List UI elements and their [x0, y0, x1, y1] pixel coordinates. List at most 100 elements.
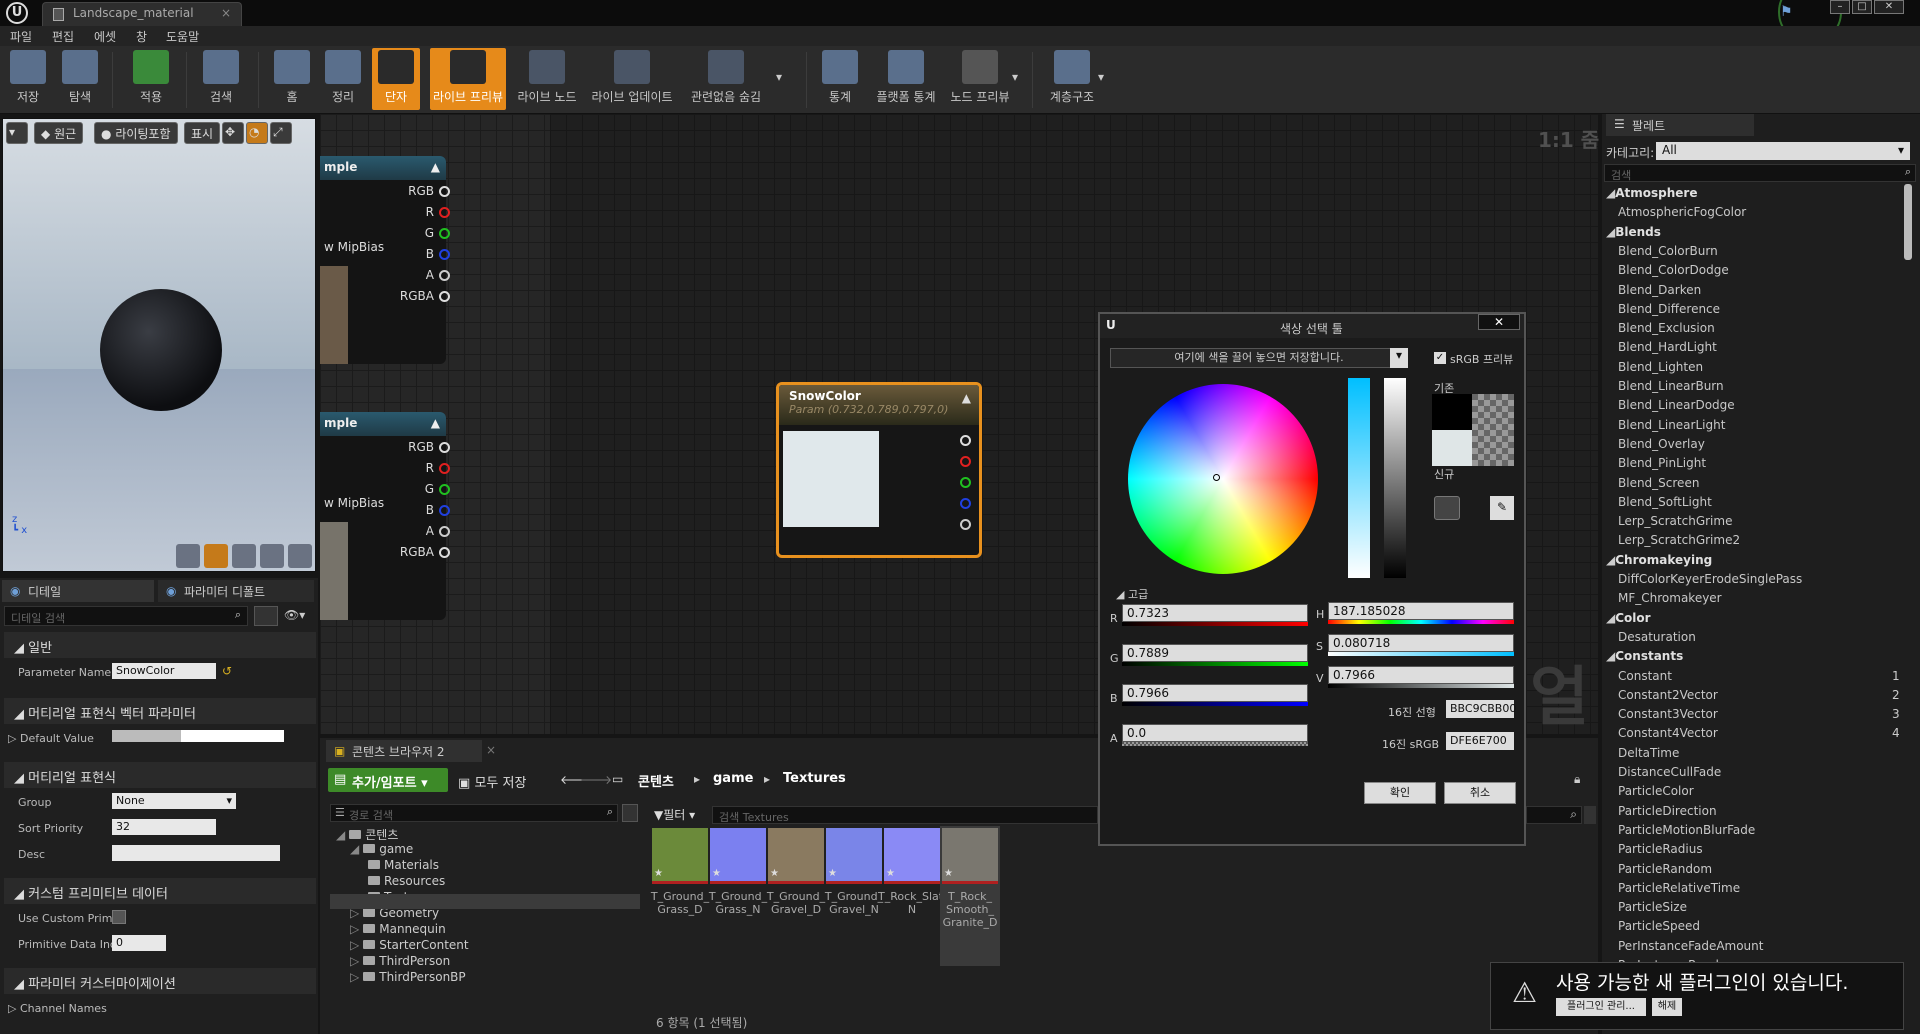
hierarchy-dropdown-icon[interactable]: ▾ — [1098, 70, 1104, 84]
breadcrumb-content[interactable]: 콘텐츠 — [638, 771, 674, 790]
collapse-icon[interactable]: ▲ — [962, 391, 971, 405]
group-dropdown[interactable]: None ▾ — [112, 793, 236, 809]
chevron-down-icon[interactable]: ▾ — [1390, 348, 1408, 368]
platform-stats-button[interactable]: 플랫폼 통계 — [870, 48, 942, 110]
section-expression[interactable]: ◢ 머티리얼 표현식 — [4, 762, 316, 788]
stats-button[interactable]: 통계 — [818, 48, 862, 110]
favorite-star-icon[interactable]: ★ — [828, 868, 837, 879]
srgb-preview-checkbox[interactable]: ✓ — [1434, 352, 1446, 364]
palette-item[interactable]: Lerp_ScratchGrime — [1618, 514, 1732, 528]
palette-item[interactable]: ParticleDirection — [1618, 804, 1717, 818]
expand-arrow-icon[interactable]: ◢ — [336, 828, 345, 842]
save-search-icon[interactable] — [1584, 806, 1596, 824]
connectors-button[interactable]: 단자 — [372, 48, 420, 110]
palette-item[interactable]: Constant — [1618, 669, 1672, 683]
palette-item[interactable]: Desaturation — [1618, 630, 1696, 644]
a-field[interactable]: 0.0 — [1122, 724, 1308, 742]
expand-arrow-icon[interactable]: ▷ — [350, 922, 359, 936]
tree-folder[interactable]: ▷ StarterContent — [350, 938, 469, 952]
pin-connector-icon[interactable] — [960, 477, 971, 488]
palette-item[interactable]: Blend_PinLight — [1618, 456, 1706, 470]
palette-item[interactable]: Blend_LinearLight — [1618, 418, 1725, 432]
breadcrumb-game[interactable]: game — [713, 771, 753, 786]
category-dropdown[interactable]: All ▾ — [1656, 142, 1910, 160]
tree-folder[interactable]: ▷ Mannequin — [350, 922, 446, 936]
hex-srgb-field[interactable]: DFE6E700 — [1446, 732, 1514, 750]
palette-item[interactable]: ParticleSpeed — [1618, 919, 1700, 933]
palette-item[interactable]: ParticleRandom — [1618, 862, 1712, 876]
palette-item[interactable]: Blend_Screen — [1618, 476, 1699, 490]
palette-item[interactable]: ParticleRadius — [1618, 842, 1703, 856]
collapse-icon[interactable]: ▲ — [431, 160, 440, 174]
value-slider[interactable] — [1384, 378, 1406, 578]
palette-category[interactable]: ◢Color — [1606, 611, 1651, 625]
pin-connector-icon[interactable] — [439, 526, 450, 537]
pin-connector-icon[interactable] — [960, 435, 971, 446]
close-icon[interactable]: ✕ — [1478, 314, 1520, 330]
eyedropper-icon[interactable]: ✎ — [1490, 496, 1514, 520]
b-field[interactable]: 0.7966 — [1122, 684, 1308, 702]
manage-plugins-button[interactable]: 플러그인 관리... — [1556, 998, 1646, 1016]
close-tab-icon[interactable]: × — [486, 743, 496, 757]
use-custom-prim-checkbox[interactable] — [112, 910, 126, 924]
favorite-star-icon[interactable]: ★ — [886, 868, 895, 879]
desc-field[interactable] — [112, 845, 280, 861]
expand-arrow-icon[interactable]: ▷ — [350, 954, 359, 968]
palette-item[interactable]: Constant3Vector — [1618, 707, 1718, 721]
advanced-toggle[interactable]: ◢ 고급 — [1116, 586, 1148, 602]
output-pin[interactable]: RGBA — [400, 545, 450, 559]
tree-folder[interactable]: Materials — [364, 858, 439, 872]
hide-unrelated-button[interactable]: 관련없음 숨김 — [684, 48, 768, 110]
asset-tile[interactable]: ★ T_Ground_ Gravel_N — [824, 826, 884, 966]
favorite-star-icon[interactable]: ★ — [944, 868, 953, 879]
live-preview-button[interactable]: 라이브 프리뷰 — [430, 48, 506, 110]
tab-details[interactable]: ◉ 디테일 — [2, 580, 154, 602]
palette-item[interactable]: ParticleMotionBlurFade — [1618, 823, 1755, 837]
lock-icon[interactable]: 🔒︎ — [1574, 772, 1580, 787]
pin-connector-icon[interactable] — [960, 498, 971, 509]
favorite-star-icon[interactable]: ★ — [654, 868, 663, 879]
palette-item[interactable]: Constant2Vector — [1618, 688, 1718, 702]
output-pin[interactable]: A — [426, 268, 450, 282]
pin-connector-icon[interactable] — [439, 442, 450, 453]
filter-button[interactable]: ▼필터 ▾ — [654, 806, 695, 823]
v-field[interactable]: 0.7966 — [1328, 666, 1514, 684]
breadcrumb-textures[interactable]: Textures — [783, 771, 846, 786]
g-field[interactable]: 0.7889 — [1122, 644, 1308, 662]
asset-tile[interactable]: ★ T_Rock_ Smooth_ Granite_D — [940, 826, 1000, 966]
section-param-customization[interactable]: ◢ 파라미터 커스터마이제이션 — [4, 968, 316, 994]
tree-folder[interactable]: Resources — [364, 874, 445, 888]
palette-item[interactable]: Lerp_ScratchGrime2 — [1618, 533, 1740, 547]
tree-folder[interactable]: ◢ game — [350, 842, 413, 856]
pin-connector-icon[interactable] — [439, 207, 450, 218]
asset-tile[interactable]: ★ T_Ground_ Grass_D — [650, 826, 710, 966]
show-button[interactable]: 표시 — [184, 122, 221, 144]
browse-button[interactable]: 탐색 — [58, 48, 102, 110]
channel-names-row[interactable]: ▷ Channel Names — [8, 1002, 107, 1015]
preview-viewport[interactable] — [2, 118, 316, 572]
tree-folder[interactable]: ▷ ThirdPerson — [350, 954, 450, 968]
palette-item[interactable]: Blend_Lighten — [1618, 360, 1703, 374]
menu-file[interactable]: 파일 — [10, 28, 32, 45]
menu-edit[interactable]: 편집 — [52, 28, 74, 45]
pin-connector-icon[interactable] — [439, 505, 450, 516]
property-matrix-icon[interactable] — [254, 606, 278, 626]
texture-sample-node-2[interactable]: mple ▲ w MipBias RGB R G B A RGBA — [320, 412, 450, 620]
expand-arrow-icon[interactable]: ◢ — [350, 842, 359, 856]
apply-button[interactable]: 적용 — [128, 48, 174, 110]
save-all-button[interactable]: ▣ 모두 저장 — [458, 772, 526, 791]
asset-search-input-tail[interactable]: ⌕ — [1526, 806, 1582, 824]
output-pin[interactable]: RGB — [408, 440, 450, 454]
asset-tile[interactable]: ★ T_Rock_Slate_ N — [878, 826, 955, 966]
color-wheel-toggle-icon[interactable] — [1434, 496, 1460, 520]
palette-item[interactable]: Blend_ColorBurn — [1618, 244, 1718, 258]
output-pin[interactable]: G — [425, 226, 450, 240]
output-pin[interactable]: B — [426, 247, 450, 261]
pin-connector-icon[interactable] — [439, 291, 450, 302]
tab-palette[interactable]: ☰ 팔레트 — [1606, 114, 1754, 136]
visibility-eye-icon[interactable]: 👁▾ — [284, 608, 305, 622]
collapse-icon[interactable]: ▲ — [431, 416, 440, 430]
teapot-icon[interactable] — [288, 544, 312, 568]
search-button[interactable]: 검색 — [196, 48, 246, 110]
save-button[interactable]: 저장 — [6, 48, 50, 110]
